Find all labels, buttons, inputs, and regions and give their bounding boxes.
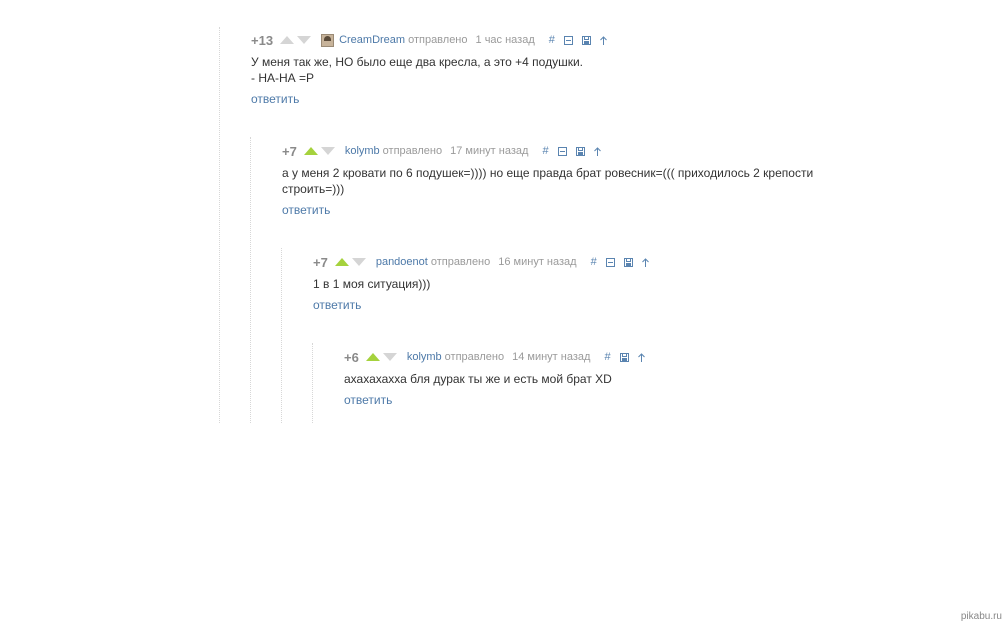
save-icon[interactable] <box>623 257 633 267</box>
comment-text-line: 1 в 1 моя ситуация))) <box>313 277 431 291</box>
comment-header: +7 kolymb отправлено 17 минут назад # <box>282 142 813 160</box>
sent-label: отправлено <box>408 34 468 46</box>
comment-time[interactable]: 17 минут назад <box>450 145 528 157</box>
comment-tools: # <box>591 256 649 268</box>
downvote-arrow-icon[interactable] <box>297 36 312 44</box>
comment-tools: # <box>542 145 601 157</box>
comment-text: ахахахахха бля дурак ты же и есть мой бр… <box>344 371 645 387</box>
comment-header: +13 CreamDream отправлено 1 час назад # <box>251 31 607 49</box>
save-icon[interactable] <box>581 35 591 45</box>
comment: +13 CreamDream отправлено 1 час назад # … <box>251 31 607 108</box>
comment: +6 kolymb отправлено 14 минут назад # ах… <box>344 348 645 409</box>
comment-time[interactable]: 14 минут назад <box>512 351 590 363</box>
reply-link[interactable]: ответить <box>251 92 299 106</box>
comment-text-line: строить=))) <box>282 182 345 196</box>
thread-line <box>250 137 251 423</box>
comment-time[interactable]: 1 час назад <box>476 34 535 46</box>
sent-label: отправлено <box>430 256 491 268</box>
upvote-arrow-icon[interactable] <box>303 147 318 155</box>
comment-rating: +7 <box>313 254 328 270</box>
permalink-hash-icon[interactable]: # <box>549 34 555 46</box>
parent-arrow-icon[interactable] <box>637 352 645 362</box>
parent-arrow-icon[interactable] <box>600 35 607 45</box>
upvote-arrow-icon[interactable] <box>280 36 295 44</box>
comment-text: 1 в 1 моя ситуация))) <box>313 276 649 292</box>
author-link[interactable]: pandoenot <box>376 256 428 268</box>
comment-header: +7 pandoenot отправлено 16 минут назад # <box>313 253 649 271</box>
thread-line <box>312 343 313 423</box>
downvote-arrow-icon[interactable] <box>351 258 366 266</box>
downvote-arrow-icon[interactable] <box>382 353 397 361</box>
thread-line <box>281 248 282 423</box>
comment-text-line: а у меня 2 кровати по 6 подушек=)))) но … <box>282 166 814 180</box>
comment: +7 pandoenot отправлено 16 минут назад #… <box>313 253 649 314</box>
avatar[interactable] <box>321 33 335 47</box>
sent-label: отправлено <box>444 351 505 363</box>
thread-line <box>219 27 220 423</box>
comment-tools: # <box>604 351 645 363</box>
upvote-arrow-icon[interactable] <box>365 353 380 361</box>
parent-arrow-icon[interactable] <box>593 146 601 156</box>
save-icon[interactable] <box>575 146 585 156</box>
site-watermark: pikabu.ru <box>960 611 1002 622</box>
permalink-hash-icon[interactable]: # <box>604 351 610 363</box>
comment-header: +6 kolymb отправлено 14 минут назад # <box>344 348 645 366</box>
comment-text: У меня так же, НО было еще два кресла, а… <box>251 54 607 86</box>
upvote-arrow-icon[interactable] <box>334 258 349 266</box>
comment-rating: +6 <box>344 349 359 365</box>
reply-link[interactable]: ответить <box>344 393 392 407</box>
parent-arrow-icon[interactable] <box>641 257 649 267</box>
reply-link[interactable]: ответить <box>313 298 361 312</box>
collapse-icon[interactable] <box>563 35 573 45</box>
reply-link[interactable]: ответить <box>282 203 330 217</box>
author-link[interactable]: kolymb <box>345 145 380 157</box>
permalink-hash-icon[interactable]: # <box>542 145 548 157</box>
sent-label: отправлено <box>382 145 443 157</box>
comment-rating: +13 <box>251 32 274 48</box>
author-link[interactable]: CreamDream <box>339 34 405 46</box>
comment-text: а у меня 2 кровати по 6 подушек=)))) но … <box>282 165 813 197</box>
comment-rating: +7 <box>282 143 297 159</box>
comment-text-line: - НА-НА =Р <box>251 71 315 85</box>
permalink-hash-icon[interactable]: # <box>591 256 597 268</box>
comment-tools: # <box>549 34 607 46</box>
comment-text-line: ахахахахха бля дурак ты же и есть мой бр… <box>344 372 612 386</box>
collapse-icon[interactable] <box>605 257 615 267</box>
save-icon[interactable] <box>619 352 629 362</box>
downvote-arrow-icon[interactable] <box>320 147 335 155</box>
author-link[interactable]: kolymb <box>407 351 442 363</box>
comment-time[interactable]: 16 минут назад <box>498 256 576 268</box>
collapse-icon[interactable] <box>557 146 567 156</box>
comment: +7 kolymb отправлено 17 минут назад # а … <box>282 142 813 219</box>
comment-text-line: У меня так же, НО было еще два кресла, а… <box>251 55 583 69</box>
